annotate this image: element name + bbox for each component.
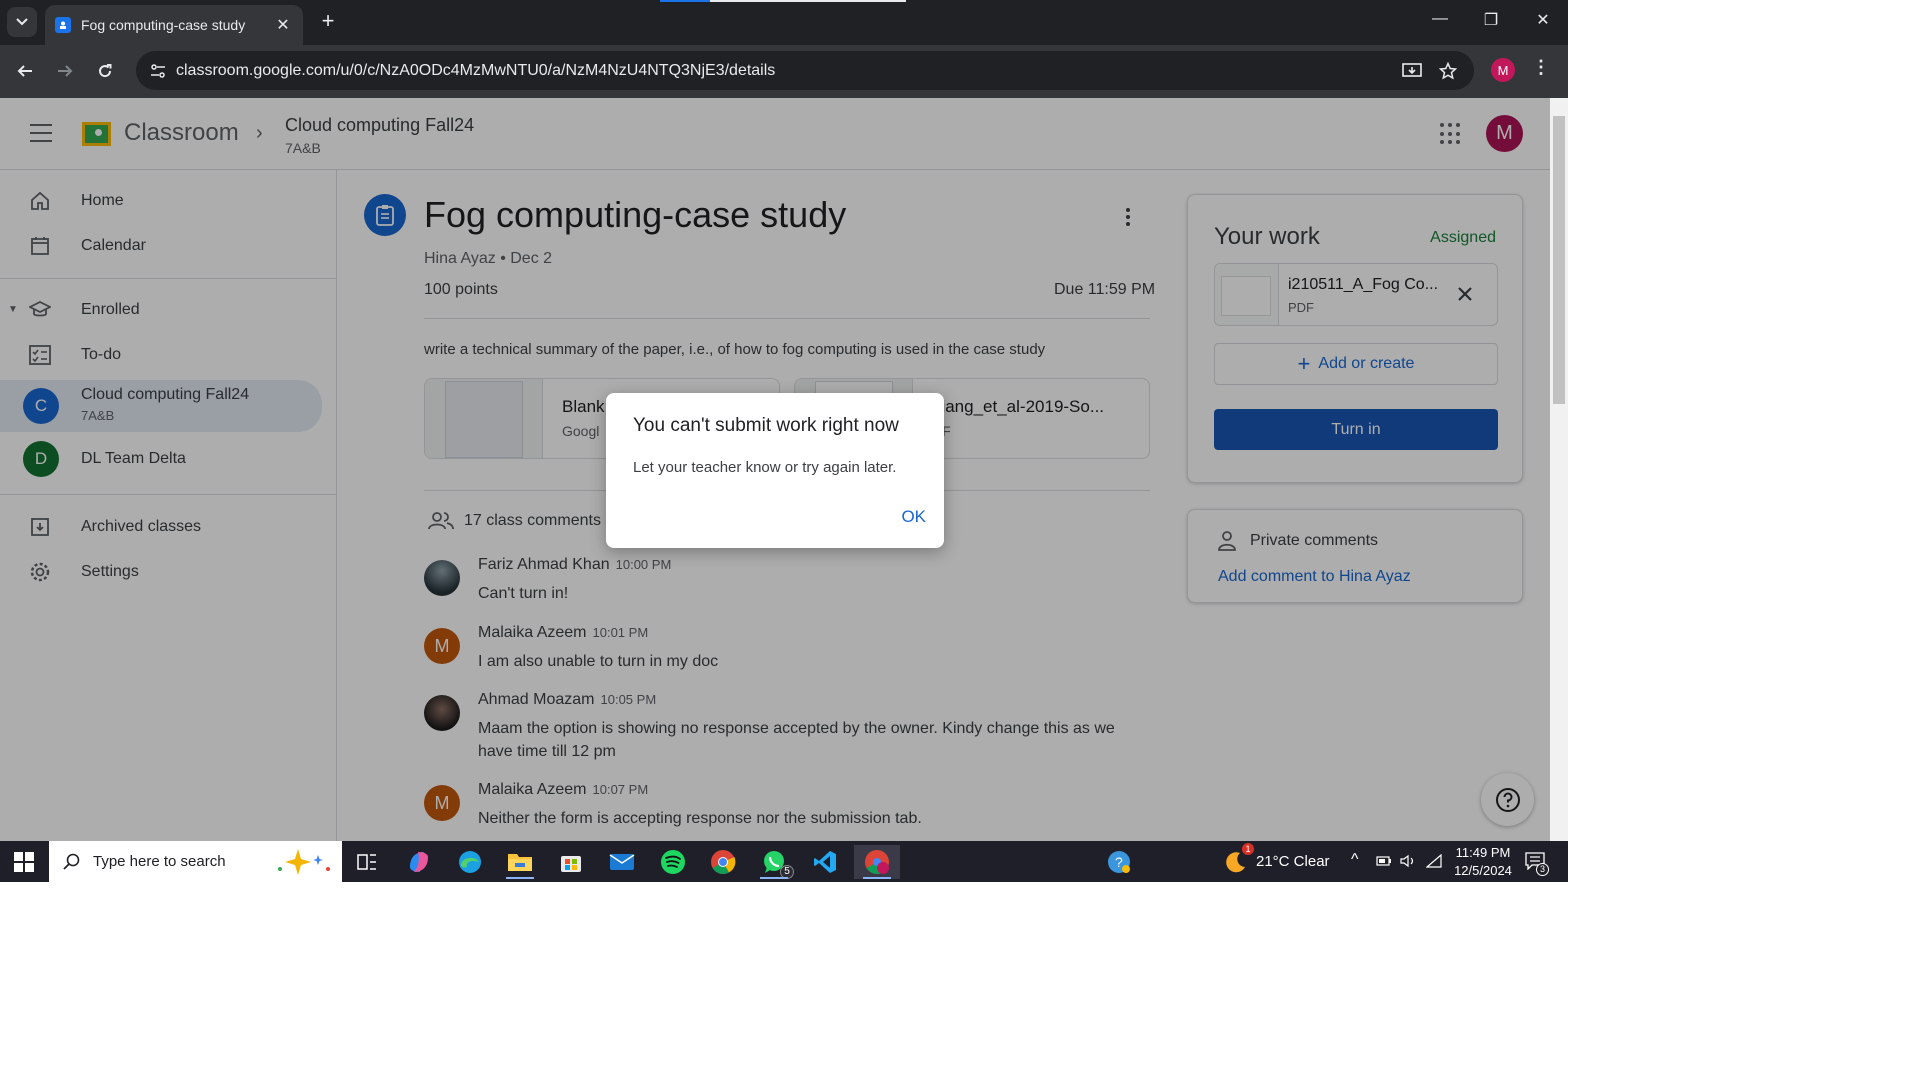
dialog-title: You can't submit work right now xyxy=(633,415,899,436)
scrollbar-thumb[interactable] xyxy=(1553,116,1565,404)
microsoft-store-icon[interactable] xyxy=(551,845,591,879)
chevron-down-icon xyxy=(16,18,28,26)
taskbar-search[interactable]: Type here to search xyxy=(49,841,342,882)
bookmark-star-icon[interactable] xyxy=(1430,61,1466,80)
weather-alert-badge: 1 xyxy=(1242,843,1254,855)
url-text[interactable]: classroom.google.com/u/0/c/NzA0ODc4MzMwN… xyxy=(176,62,1394,80)
file-explorer-icon[interactable] xyxy=(500,845,540,879)
forward-button[interactable] xyxy=(52,58,78,84)
notification-count-badge: 3 xyxy=(1536,863,1549,876)
wifi-icon[interactable] xyxy=(1426,854,1442,868)
error-dialog: You can't submit work right now Let your… xyxy=(606,393,944,548)
dialog-ok-button[interactable]: OK xyxy=(901,505,926,529)
site-info-icon[interactable] xyxy=(140,63,176,78)
forward-arrow-icon xyxy=(58,65,73,77)
browser-tab-active[interactable]: Fog computing-case study ✕ xyxy=(45,5,303,45)
clock-time[interactable]: 11:49 PM xyxy=(1455,845,1511,860)
back-arrow-icon xyxy=(17,65,32,77)
address-bar[interactable]: classroom.google.com/u/0/c/NzA0ODc4MzMwN… xyxy=(136,51,1474,90)
active-indicator xyxy=(760,877,788,879)
chrome-profile-window-icon[interactable] xyxy=(854,845,900,879)
taskbar: Type here to search 5 ? 1 21°C Clear ^ 1… xyxy=(0,841,1568,882)
minimize-button[interactable]: — xyxy=(1425,10,1455,28)
volume-icon[interactable] xyxy=(1400,854,1416,868)
install-app-icon[interactable] xyxy=(1394,62,1430,80)
browser-menu-icon[interactable]: ⋮ xyxy=(1532,57,1550,78)
tab-close-icon[interactable]: ✕ xyxy=(273,15,293,35)
browser-profile-avatar[interactable]: M xyxy=(1491,58,1515,82)
browser-tab-strip: Fog computing-case study ✕ + — ❐ ✕ xyxy=(0,0,1568,45)
windows-start-icon[interactable] xyxy=(14,852,34,872)
battery-icon[interactable] xyxy=(1376,855,1392,867)
close-window-button[interactable]: ✕ xyxy=(1528,10,1558,30)
chrome-icon[interactable] xyxy=(703,845,743,879)
tab-title: Fog computing-case study xyxy=(81,17,246,33)
spotify-icon[interactable] xyxy=(653,845,693,879)
active-indicator xyxy=(506,877,534,879)
loading-bar-track xyxy=(710,0,906,2)
vscode-icon[interactable] xyxy=(805,845,845,879)
copilot-app-icon[interactable] xyxy=(399,845,439,879)
whatsapp-icon[interactable]: 5 xyxy=(754,845,794,879)
task-view-icon[interactable] xyxy=(347,845,387,879)
taskbar-search-placeholder: Type here to search xyxy=(93,853,226,870)
browser-toolbar: classroom.google.com/u/0/c/NzA0ODc4MzMwN… xyxy=(0,45,1568,98)
weather-text[interactable]: 21°C Clear xyxy=(1256,853,1330,870)
reload-button[interactable] xyxy=(92,58,118,84)
active-indicator xyxy=(863,877,891,879)
mail-app-icon[interactable] xyxy=(602,845,642,879)
search-icon xyxy=(63,853,80,870)
reload-icon xyxy=(99,64,112,78)
quick-assist-icon[interactable]: ? xyxy=(1099,845,1139,879)
restore-button[interactable]: ❐ xyxy=(1476,10,1506,30)
classroom-page: Classroom › Cloud computing Fall24 7A&B … xyxy=(0,98,1550,841)
dialog-body: Let your teacher know or try again later… xyxy=(633,459,897,476)
chevron-up-icon[interactable]: ^ xyxy=(1351,851,1359,869)
page-scrollbar[interactable] xyxy=(1550,98,1568,841)
weather-icon[interactable]: 1 xyxy=(1216,843,1256,879)
svg-text:?: ? xyxy=(1115,854,1123,870)
edge-browser-icon[interactable] xyxy=(450,845,490,879)
classroom-favicon-icon xyxy=(55,17,71,33)
tab-search-button[interactable] xyxy=(7,7,37,37)
copilot-sparkle-icon xyxy=(277,848,330,875)
new-tab-button[interactable]: + xyxy=(316,10,340,34)
back-button[interactable] xyxy=(12,58,38,84)
loading-bar xyxy=(660,0,710,2)
clock-date[interactable]: 12/5/2024 xyxy=(1451,863,1515,878)
